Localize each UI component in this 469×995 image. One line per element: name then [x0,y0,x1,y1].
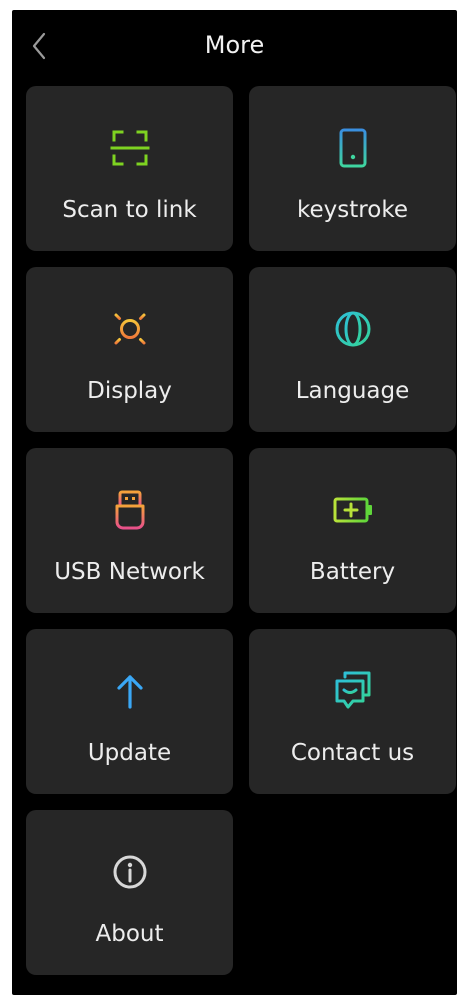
update-tile[interactable]: Update [26,629,233,794]
chat-icon [335,671,370,709]
tile-label: Battery [309,559,396,585]
battery-tile[interactable]: Battery [249,448,456,613]
usb-icon [115,490,144,530]
arrow-up-icon [116,675,143,709]
more-screen: More Scan to link keystroke Display Lang… [12,10,457,995]
language-tile[interactable]: Language [249,267,456,432]
tablet-icon [339,128,366,168]
tile-label: keystroke [297,197,408,223]
tile-label: USB Network [54,559,205,585]
page-title: More [204,31,265,59]
usb-network-tile[interactable]: USB Network [26,448,233,613]
tile-label: Display [87,378,172,404]
tile-label: Update [87,740,172,766]
tile-label: Contact us [290,740,415,766]
tile-label: Language [295,378,410,404]
display-tile[interactable]: Display [26,267,233,432]
tile-label: About [95,921,164,947]
keystroke-tile[interactable]: keystroke [249,86,456,251]
contact-us-tile[interactable]: Contact us [249,629,456,794]
scan-icon [110,130,149,166]
scan-to-link-tile[interactable]: Scan to link [26,86,233,251]
tile-label: Scan to link [62,197,197,223]
sun-icon [108,307,151,351]
globe-icon [335,311,370,347]
info-icon [113,855,146,889]
about-tile[interactable]: About [26,810,233,975]
battery-icon [333,497,372,523]
header: More [12,10,457,82]
